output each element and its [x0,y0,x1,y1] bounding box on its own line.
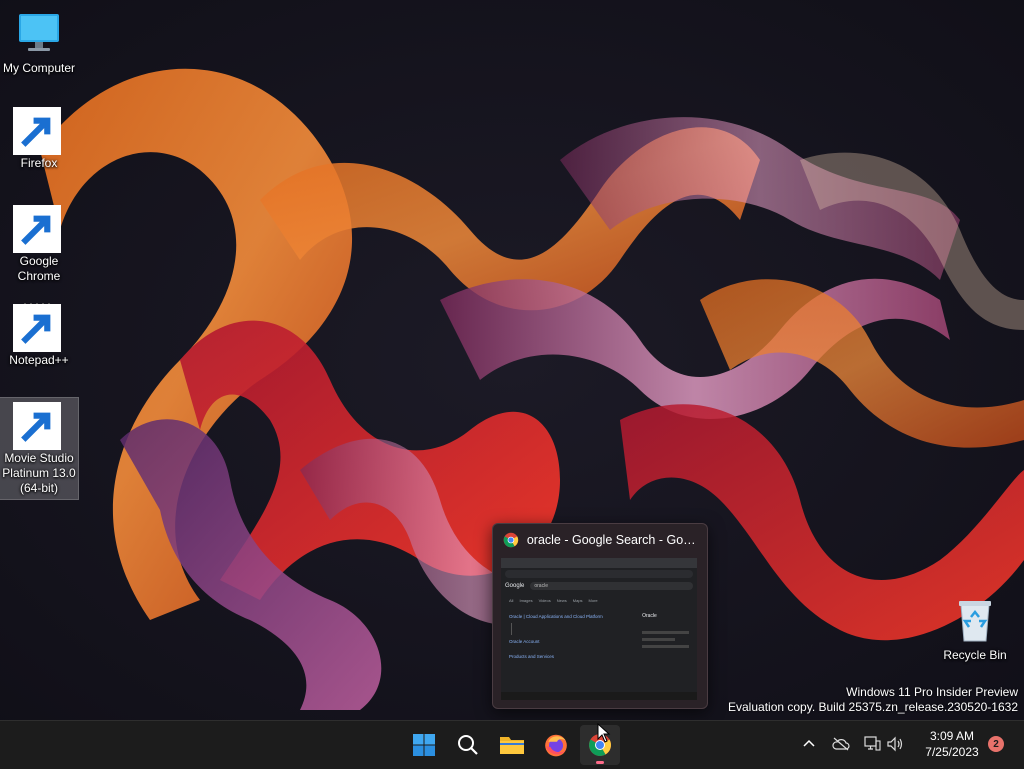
start-button[interactable] [404,725,444,765]
windows-evaluation-watermark: Windows 11 Pro Insider Preview Evaluatio… [728,685,1018,715]
thumb-result: Products and Services [509,654,555,659]
volume-button[interactable] [884,733,906,755]
volume-icon [887,736,903,752]
search-button[interactable] [448,725,488,765]
desktop-icon-label: My Computer [2,61,76,75]
network-button[interactable] [861,733,883,755]
thumb-address-bar [505,570,693,578]
network-icon [864,736,881,751]
thumb-panel-title: Oracle [642,613,657,619]
thumb-tab: More [588,598,598,603]
taskbar [0,720,1024,769]
desktop-icon-label: Google Chrome [17,254,61,283]
clock-time: 3:09 AM [929,729,975,743]
cloud-offline-icon [832,737,850,751]
preview-header: oracle - Google Search - Googl... [493,524,707,556]
desktop-icon-firefox[interactable]: Firefox [0,105,78,171]
desktop-icon-my-computer[interactable]: My Computer [0,10,78,76]
shortcut-arrow-icon [13,107,61,155]
firefox-taskbar-button[interactable] [536,725,576,765]
thumb-result: Oracle | Cloud Applications and Cloud Pl… [509,614,603,619]
desktop-icon-movie-studio[interactable]: Movie Studio Platinum 13.0 (64-bit) [0,397,79,500]
thumb-taskbar [501,692,697,700]
search-icon [458,735,478,755]
thumb-search-box: oracle [530,582,693,590]
shortcut-arrow-icon [13,304,61,352]
thumb-tab: News [556,598,567,603]
monitor-icon [19,14,59,51]
desktop-icon-notepad-plus-plus[interactable]: Notepad++ [0,302,78,368]
watermark-line-1: Windows 11 Pro Insider Preview [846,685,1018,699]
thumb-tab: Maps [572,598,583,603]
onedrive-button[interactable] [830,733,852,755]
system-clock[interactable]: 3:09 AM 7/25/2023 [912,728,992,760]
folder-icon [500,737,524,754]
desktop-icon-label: Recycle Bin [943,648,1007,662]
thumb-tab: Videos [538,598,551,603]
thumb-tab: Images [519,598,533,603]
preview-thumbnail[interactable]: Google oracle All Images Videos News Map… [501,558,697,700]
clock-date: 7/25/2023 [925,745,979,759]
desktop-icon-recycle-bin[interactable]: Recycle Bin [936,597,1014,663]
file-explorer-button[interactable] [492,725,532,765]
mouse-cursor-icon [597,723,611,743]
thumb-results: Oracle | Cloud Applications and Cloud Pl… [509,613,636,660]
notification-badge[interactable]: 2 [988,736,1004,752]
desktop-icon-label: Firefox [20,156,58,170]
taskbar-window-preview[interactable]: oracle - Google Search - Googl... Google… [492,523,708,709]
desktop-icon-label: Movie Studio Platinum 13.0 (64-bit) [2,451,76,495]
thumb-tab: All [509,598,514,603]
chrome-icon [503,532,519,548]
firefox-icon [545,734,567,757]
windows-logo-icon [413,734,435,756]
thumb-google-logo: Google [505,583,525,589]
thumb-tabstrip [501,558,697,568]
chevron-up-icon [803,739,815,747]
desktop-icon-label: Notepad++ [9,353,69,367]
shortcut-arrow-icon [13,205,61,253]
shortcut-arrow-icon [13,402,61,450]
recycle-bin-icon [959,601,991,642]
thumb-result: Oracle Account [509,639,540,644]
desktop-icon-google-chrome[interactable]: Google Chrome [0,203,78,284]
watermark-line-2: Evaluation copy. Build 25375.zn_release.… [728,700,1018,714]
thumb-knowledge-panel: Oracle [642,613,689,660]
preview-title: oracle - Google Search - Googl... [526,533,697,547]
running-indicator [596,761,604,764]
thumb-search-tabs: All Images Videos News Maps More [501,592,697,605]
show-hidden-icons-button[interactable] [798,733,820,755]
